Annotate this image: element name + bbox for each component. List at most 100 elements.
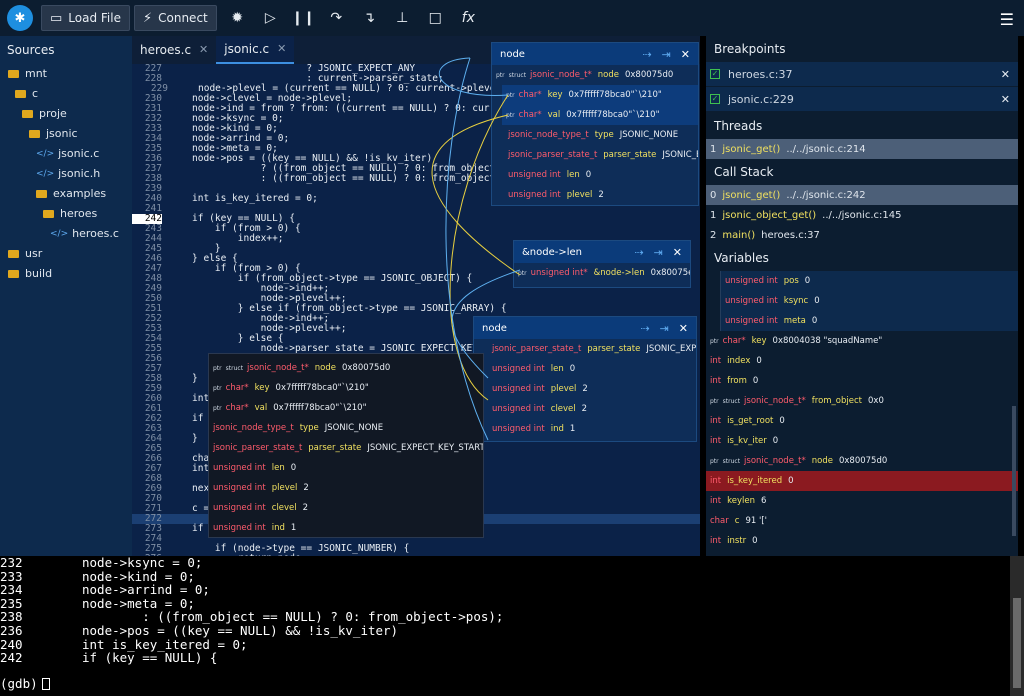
pause-icon[interactable]: ❙❙ [287,5,320,31]
pointer-badge: ptr [710,457,719,465]
variable-row[interactable]: ptrunsigned int* &node->len 0x80075e8 [514,263,690,283]
variable-value: 0 [290,463,297,473]
pointer-badge: ptr [213,404,222,412]
tree-item[interactable]: usr [0,244,132,264]
variable-row[interactable]: int is_key_itered 0 [706,471,1018,491]
variable-row[interactable]: unsigned int plevel 2 [488,379,696,399]
variable-row[interactable]: unsigned int plevel 2 [492,185,698,205]
variable-row[interactable]: unsigned int len 0 [209,458,483,478]
frame-function: jsonic_get() [722,143,781,155]
variable-row[interactable]: unsigned int meta 0 [720,311,1018,331]
function-icon[interactable]: fx [452,5,485,31]
variable-value: 0 [804,276,811,286]
close-icon[interactable]: ✕ [277,35,286,63]
tree-item[interactable]: examples [0,184,132,204]
breakpoint-item[interactable]: ✓ heroes.c:37 ✕ [706,62,1018,86]
terminal-scrollbar[interactable] [1010,556,1024,696]
variable-row[interactable]: int instr 0 [706,531,1018,551]
connect-button[interactable]: ⚡ Connect [133,5,217,31]
load-file-button[interactable]: ▭ Load File [41,5,130,31]
file-code-icon: </> [36,169,55,179]
cursor[interactable] [41,678,50,691]
stack-frame[interactable]: 0 jsonic_get() ../../jsonic.c:242 [706,185,1018,205]
close-icon[interactable]: ✕ [199,36,208,64]
tree-item[interactable]: mnt [0,64,132,84]
stack-frame[interactable]: 1 jsonic_get() ../../jsonic.c:214 [706,139,1018,159]
close-icon[interactable]: ✕ [679,322,688,335]
pointer-badge: ptr [710,337,719,345]
variable-row[interactable]: char c 91 '[' [706,511,1018,531]
variable-row[interactable]: ptr char* val 0x7fffff78bca0"`\210" [502,105,698,125]
variable-row[interactable]: jsonic_parser_state_t parser_state JSONIC_… [488,339,696,359]
variable-row[interactable]: ptr char* val 0x7fffff78bca0"`\210" [209,398,483,418]
tree-item[interactable]: </> heroes.c [0,224,132,244]
step-out-icon[interactable]: ⊥ [386,5,419,31]
tree-item[interactable]: proje [0,104,132,124]
node-box-2[interactable]: node ⇢ ⇥ ✕ jsonic_parser_state_t parser_stat… [473,316,697,442]
len-box[interactable]: &node->len ⇢ ⇥ ✕ ptr unsigned int* &node->len… [513,240,691,288]
node-hover-box[interactable]: ptr struct jsonic_node_t* node 0x80075d0 ptr c… [208,353,484,538]
variable-name: val [547,110,561,120]
variable-row[interactable]: int keylen 6 [706,491,1018,511]
arrow-right-icon[interactable]: ⇢ [642,48,651,61]
variable-row[interactable]: unsigned int len 0 [492,165,698,185]
scrollbar[interactable] [1012,406,1016,536]
tree-item[interactable]: build [0,264,132,284]
variable-row[interactable]: ptr char* key 0x7fffff78bca0"`\210" [502,85,698,105]
arrow-right-icon[interactable]: ⇢ [634,246,643,259]
close-icon[interactable]: ✕ [673,246,682,259]
breakpoint-item[interactable]: ✓ jsonic.c:229 ✕ [706,87,1018,111]
variable-row[interactable]: int is_kv_iter 0 [706,431,1018,451]
arrow-right-icon[interactable]: ⇢ [640,322,649,335]
variable-row[interactable]: ptr char* key 0x7fffff78bca0"`\210" [209,378,483,398]
menu-icon[interactable]: ☰ [1000,10,1014,29]
variable-row[interactable]: ptr char* key 0x8004038 "squadName" [706,331,1018,351]
step-into-icon[interactable]: ↴ [353,5,386,31]
variable-row[interactable]: unsigned int ksync 0 [720,291,1018,311]
expand-icon[interactable]: ⇥ [660,322,669,335]
variable-row[interactable]: jsonic_parser_state_t parser_state JSONIC_… [209,438,483,458]
variable-row[interactable]: unsigned int ind 1 [488,419,696,439]
variable-row[interactable]: ptr struct jsonic_node_t* node 0x80075d0 [209,358,483,378]
variable-row[interactable]: ptr struct jsonic_node_t* from_object 0x0 [706,391,1018,411]
tree-item[interactable]: c [0,84,132,104]
plug-icon: ⚡ [142,10,153,26]
variable-row[interactable]: unsigned int ind 1 [209,518,483,538]
tree-item[interactable]: </> jsonic.h [0,164,132,184]
variable-row[interactable]: ptr struct jsonic_node_t* node 0x80075d0 [492,65,698,85]
tree-item[interactable]: heroes [0,204,132,224]
variable-row[interactable]: unsigned int plevel 2 [209,478,483,498]
variable-row[interactable]: unsigned int clevel 2 [488,399,696,419]
stack-frame[interactable]: 1 jsonic_object_get() ../../jsonic.c:145 [706,205,1018,225]
variable-row[interactable]: int index 0 [706,351,1018,371]
node-box-1[interactable]: node ⇢ ⇥ ✕ ptr struct jsonic_node_t* node 0x800… [491,42,699,206]
tree-item[interactable]: </> jsonic.c [0,144,132,164]
debug-run-icon[interactable]: ✹ [221,5,254,31]
code-text: index++; [192,233,284,244]
expand-icon[interactable]: ⇥ [654,246,663,259]
variable-row[interactable]: unsigned int clevel 2 [209,498,483,518]
variable-row[interactable]: jsonic_node_type_t type JSONIC_NONE [209,418,483,438]
variable-row[interactable]: jsonic_node_type_t type JSONIC_NONE [492,125,698,145]
folder-icon [43,210,54,218]
gdb-terminal[interactable]: 232 node->ksync = 0; 233 node->kind = 0; 234… [0,556,1024,696]
tab-heroes-c[interactable]: heroes.c ✕ [132,36,216,64]
variable-name: clevel [550,404,576,414]
tree-item[interactable]: jsonic [0,124,132,144]
tab-jsonic-c[interactable]: jsonic.c ✕ [216,35,295,64]
variable-row[interactable]: jsonic_parser_state_t parser_state JSONIC_… [492,145,698,165]
variable-value: 0 [752,376,759,386]
step-over-icon[interactable]: ↷ [320,5,353,31]
variable-row[interactable]: ptr struct jsonic_node_t* node 0x80075d0 [706,451,1018,471]
scroll-thumb[interactable] [1013,598,1021,688]
variable-row[interactable]: int is_get_root 0 [706,411,1018,431]
variable-row[interactable]: unsigned int pos 0 [720,271,1018,291]
stack-frame[interactable]: 2 main() heroes.c:37 [706,225,1018,245]
close-icon[interactable]: ✕ [681,48,690,61]
variable-row[interactable]: int from 0 [706,371,1018,391]
stop-icon[interactable]: □ [419,5,452,31]
continue-icon[interactable]: ▷ [254,5,287,31]
variable-row[interactable]: unsigned int len 0 [488,359,696,379]
expand-icon[interactable]: ⇥ [662,48,671,61]
